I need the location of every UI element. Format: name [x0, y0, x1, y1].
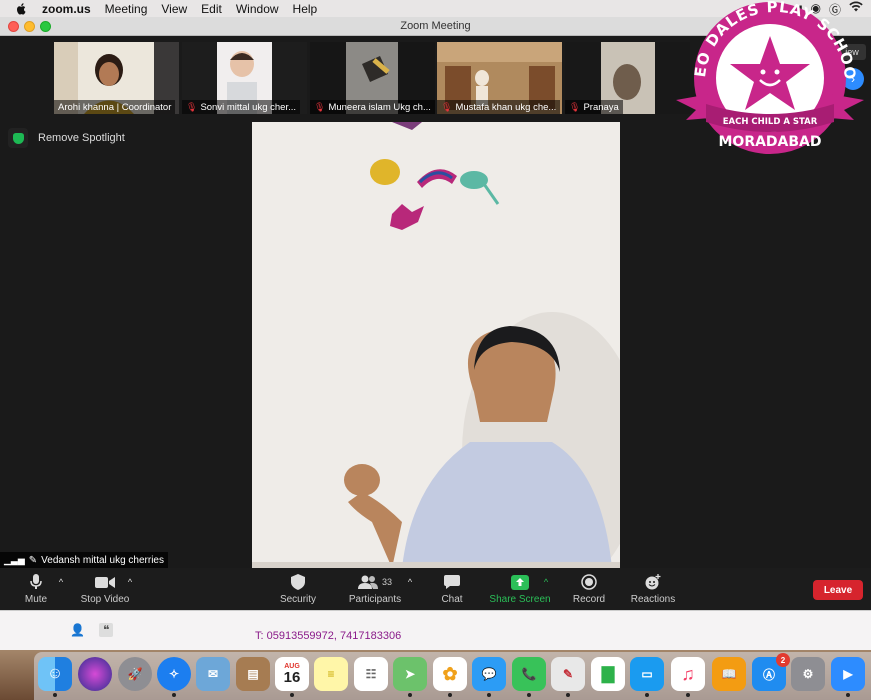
chat-button[interactable]: Chat: [438, 573, 466, 605]
reminders-icon[interactable]: ☷: [354, 657, 388, 691]
microphone-icon: [20, 573, 52, 591]
app-store-badge: 2: [776, 653, 790, 667]
apple-icon[interactable]: [16, 2, 32, 15]
participants-button[interactable]: 33 Participants: [346, 573, 404, 605]
participant-name: Arohi khanna | Coordinator: [54, 100, 176, 114]
facetime-icon[interactable]: 📞: [512, 657, 546, 697]
chat-bubble-icon: [438, 573, 466, 591]
record-button[interactable]: Record: [570, 573, 608, 605]
music-icon[interactable]: ♫: [671, 657, 705, 697]
spotlight-video-frame: [252, 122, 620, 568]
mute-label: Mute: [24, 594, 48, 605]
remove-spotlight-button[interactable]: Remove Spotlight: [8, 128, 125, 148]
numbers-icon[interactable]: ▇: [591, 657, 625, 691]
mail-icon[interactable]: ✉: [196, 657, 230, 691]
stop-video-label: Stop Video: [80, 594, 130, 605]
pin-icon: ✎: [28, 554, 38, 566]
participant-name: 🎙︎ Pranaya: [565, 100, 623, 114]
contacts-icon[interactable]: ▤: [236, 657, 270, 691]
notes-icon[interactable]: ≡: [314, 657, 348, 691]
app-store-icon[interactable]: Ⓐ 2: [752, 653, 790, 691]
menu-meeting[interactable]: Meeting: [105, 2, 148, 16]
menu-view[interactable]: View: [161, 2, 187, 16]
participants-options-caret[interactable]: ^: [404, 573, 416, 591]
background-document: 👤 ❝ T: 05913559972, 7417183306: [0, 610, 871, 650]
menu-window[interactable]: Window: [236, 2, 279, 16]
security-label: Security: [279, 594, 317, 605]
remove-spotlight-label: Remove Spotlight: [38, 132, 125, 144]
finder-icon[interactable]: ☺: [38, 657, 72, 697]
record-icon: [570, 573, 608, 591]
siri-icon[interactable]: [78, 657, 112, 691]
security-button[interactable]: Security: [278, 573, 318, 605]
participants-label: Participants: [348, 594, 402, 605]
chevron-up-icon: ^: [407, 577, 413, 587]
reactions-label: Reactions: [630, 594, 676, 605]
comment-icon[interactable]: ❝: [98, 623, 114, 637]
maps-icon[interactable]: ➤: [393, 657, 427, 697]
muted-mic-icon: 🎙︎: [569, 101, 581, 112]
audio-options-caret[interactable]: ^: [55, 573, 67, 591]
chevron-up-icon: ^: [58, 577, 64, 587]
share-screen-label: Share Screen: [489, 594, 551, 605]
calendar-day: 16: [283, 669, 301, 686]
signal-strength-icon: ▁▃▅: [4, 554, 25, 565]
speaker-name-tag: ▁▃▅ ✎ Vedansh mittal ukg cherries: [0, 552, 168, 568]
menu-help[interactable]: Help: [293, 2, 318, 16]
keynote-icon[interactable]: ▭: [630, 657, 664, 697]
document-controls: 👤 ❝: [70, 623, 114, 637]
mute-button[interactable]: Mute: [20, 573, 52, 605]
participant-tile[interactable]: Arohi khanna | Coordinator: [54, 42, 179, 114]
logo-ribbon-text: EACH CHILD A STAR: [723, 117, 818, 127]
launchpad-icon[interactable]: 🚀: [118, 657, 152, 691]
smiley-icon: [630, 573, 676, 591]
keynote-doc-icon[interactable]: ✎: [551, 657, 585, 697]
participants-icon: 33: [346, 573, 404, 591]
photos-icon[interactable]: ✿: [433, 657, 467, 697]
books-icon[interactable]: 📖: [712, 657, 746, 691]
calendar-icon[interactable]: AUG 16: [275, 657, 309, 697]
chevron-up-icon: ^: [543, 577, 549, 587]
meeting-toolbar: Mute ^ Stop Video ^ Security 33 Particip…: [0, 568, 871, 610]
system-preferences-icon[interactable]: ⚙: [791, 657, 825, 691]
messages-icon[interactable]: 💬: [472, 657, 506, 697]
shield-icon: [278, 573, 318, 591]
shield-icon: [8, 128, 28, 148]
muted-mic-icon: 🎙︎: [314, 101, 326, 112]
participants-count: 33: [381, 577, 392, 587]
safari-icon[interactable]: ✧: [157, 657, 191, 697]
participant-tile[interactable]: 🎙︎ Muneera islam Ukg ch...: [310, 42, 435, 114]
logo-bottom-text: MORADABAD: [718, 134, 821, 150]
zoom-app-icon[interactable]: ▶: [831, 657, 865, 697]
participant-tile[interactable]: 🎙︎ Sonvi mittal ukg cher...: [182, 42, 307, 114]
participant-name: 🎙︎ Muneera islam Ukg ch...: [310, 100, 435, 114]
video-options-caret[interactable]: ^: [124, 573, 136, 591]
reactions-button[interactable]: Reactions: [630, 573, 676, 605]
record-label: Record: [572, 594, 606, 605]
chat-label: Chat: [441, 594, 463, 605]
macos-dock: ☺ 🚀 ✧ ✉ ▤ AUG 16 ≡ ☷ ➤ ✿ 💬 📞 ✎ ▇ ▭ ♫ 📖 Ⓐ…: [0, 650, 871, 700]
speaker-name: Vedansh mittal ukg cherries: [41, 554, 164, 566]
school-logo: NEO DALES PLAY SCHOOL EACH CHILD A STAR …: [663, 0, 870, 165]
participant-name: 🎙︎ Sonvi mittal ukg cher...: [182, 100, 301, 114]
phone-number-text: T: 05913559972, 7417183306: [255, 630, 402, 642]
muted-mic-icon: 🎙︎: [186, 101, 198, 112]
menu-edit[interactable]: Edit: [201, 2, 222, 16]
muted-mic-icon: 🎙︎: [441, 101, 453, 112]
spotlight-video: [252, 122, 620, 568]
person-icon[interactable]: 👤: [70, 623, 85, 637]
participant-name: 🎙︎ Mustafa khan ukg che...: [437, 100, 561, 114]
chevron-up-icon: ^: [127, 577, 133, 587]
participant-tile[interactable]: 🎙︎ Mustafa khan ukg che...: [437, 42, 562, 114]
menu-app-name[interactable]: zoom.us: [42, 2, 91, 16]
leave-button[interactable]: Leave: [813, 580, 863, 600]
share-options-caret[interactable]: ^: [540, 573, 552, 591]
